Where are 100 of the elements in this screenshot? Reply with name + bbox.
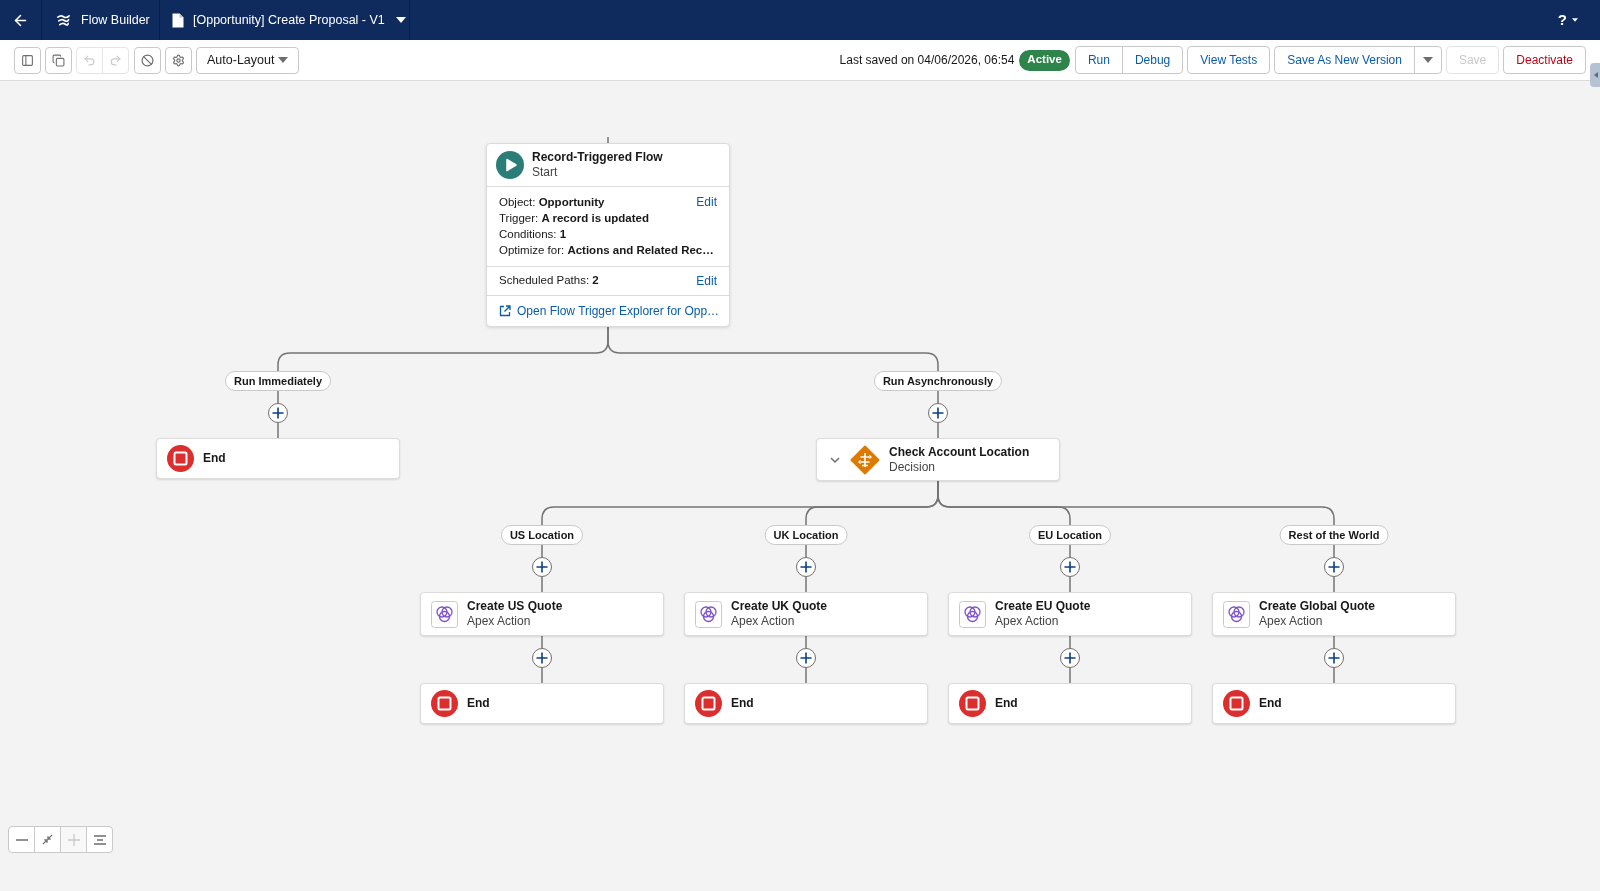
decision-node[interactable]: Check Account Location Decision — [816, 438, 1060, 481]
node-title: End — [995, 696, 1018, 711]
caret-down-icon — [1572, 18, 1578, 22]
connector-line — [607, 136, 609, 144]
panel-icon — [21, 53, 34, 67]
connector-line — [277, 422, 279, 439]
connector-line — [1069, 544, 1071, 558]
action-node[interactable]: Create Global Quote Apex Action — [1212, 592, 1456, 636]
node-title: Create Global Quote — [1259, 599, 1376, 614]
trigger-explorer-link[interactable]: Open Flow Trigger Explorer for Opp… — [499, 302, 720, 320]
minus-icon — [15, 838, 28, 841]
add-element-button[interactable] — [532, 557, 552, 577]
node-title: Record-Triggered Flow — [532, 150, 663, 165]
add-element-button[interactable] — [1324, 557, 1344, 577]
end-node[interactable]: End — [420, 683, 664, 724]
side-panel-tab[interactable] — [1590, 63, 1600, 87]
decision-diamond-icon — [850, 444, 880, 475]
node-title: Create UK Quote — [731, 599, 828, 614]
action-node[interactable]: Create EU Quote Apex Action — [948, 592, 1192, 636]
connector-line — [1333, 635, 1335, 649]
stop-icon — [431, 690, 458, 717]
end-node[interactable]: End — [1212, 683, 1456, 724]
undo-icon — [83, 53, 96, 67]
add-element-button[interactable] — [1324, 648, 1344, 668]
action-node[interactable]: Create US Quote Apex Action — [420, 592, 664, 636]
add-element-button[interactable] — [796, 557, 816, 577]
connector-line — [805, 667, 807, 684]
toolbar-button[interactable]: Save As New Version — [1274, 46, 1415, 74]
copy-icon — [52, 53, 65, 67]
node-title: End — [467, 696, 490, 711]
shrink-arrows-icon — [42, 834, 53, 845]
plus-icon — [1064, 561, 1076, 573]
add-element-button[interactable] — [1060, 648, 1080, 668]
wavy-lines-icon — [56, 12, 71, 28]
node-type: Decision — [889, 459, 937, 475]
external-link-icon — [499, 305, 511, 317]
connector-line — [541, 576, 543, 593]
detail-line: Scheduled Paths: 2 — [499, 273, 599, 289]
add-element-button[interactable] — [268, 403, 288, 423]
add-element-button[interactable] — [532, 648, 552, 668]
add-element-button[interactable] — [796, 648, 816, 668]
add-element-button[interactable] — [928, 403, 948, 423]
copy-button[interactable] — [45, 46, 72, 74]
stop-icon — [1223, 690, 1250, 717]
path-label: US Location — [500, 525, 584, 545]
node-title: Create US Quote — [467, 599, 563, 614]
caret-down-icon — [395, 17, 406, 23]
fit-view-button[interactable] — [34, 826, 61, 853]
menu-button[interactable] — [1413, 46, 1442, 74]
edit-link[interactable]: Edit — [696, 194, 717, 210]
zoom-out-button[interactable] — [8, 826, 35, 853]
caret-down-icon — [278, 57, 288, 63]
node-type: Start — [532, 165, 559, 180]
node-type: Apex Action — [467, 614, 532, 629]
connector-line — [1069, 667, 1071, 684]
plus-icon — [932, 407, 944, 419]
caret-down-icon — [1422, 57, 1433, 63]
toolbar-button[interactable]: Debug — [1121, 46, 1184, 74]
center-view-button[interactable] — [86, 826, 113, 853]
settings-button[interactable] — [165, 46, 192, 74]
path-label: Run Immediately — [225, 371, 331, 391]
toggle-panel-button[interactable] — [14, 46, 41, 74]
edit-link[interactable]: Edit — [696, 272, 717, 290]
end-node[interactable]: End — [684, 683, 928, 724]
connector-line — [805, 576, 807, 593]
detail-line: Object: Opportunity — [499, 195, 605, 210]
center-lines-icon — [93, 834, 106, 845]
connector-line — [277, 390, 279, 404]
node-title: Check Account Location — [889, 444, 1030, 460]
start-node[interactable]: Record-Triggered Flow Start Object: Opportunity Edit Trigger: A record is updated Conditions: 1 Optimize for: Actions and Related Rec… Scheduled Paths: 2 Edit Open Flow Trigger Explorer for Opp… — [486, 143, 730, 327]
node-title: End — [731, 696, 754, 711]
end-node[interactable]: End — [948, 683, 1192, 724]
plus-icon — [1328, 652, 1340, 664]
node-type: Apex Action — [731, 614, 796, 629]
layout-mode-dropdown[interactable]: Auto-Layout — [196, 46, 299, 74]
connector-line — [937, 390, 939, 404]
overlapping-circles-icon — [959, 600, 986, 628]
stop-icon — [167, 445, 194, 472]
status-badge: Active — [1019, 49, 1070, 71]
destructive-button[interactable]: Deactivate — [1503, 46, 1586, 74]
toolbar-button[interactable]: View Tests — [1187, 46, 1271, 74]
connector-line — [541, 635, 543, 649]
caret-left-icon — [1594, 72, 1598, 78]
play-icon — [496, 151, 524, 179]
plus-icon — [1328, 561, 1340, 573]
action-node[interactable]: Create UK Quote Apex Action — [684, 592, 928, 636]
help-menu[interactable]: ? — [1553, 0, 1600, 40]
node-title: End — [1259, 696, 1282, 711]
connector-line — [1069, 576, 1071, 593]
last-saved-text: Last saved on 04/06/2026, 06:54 — [839, 52, 1015, 69]
end-node[interactable]: End — [156, 438, 400, 479]
stop-icon — [695, 690, 722, 717]
add-element-button[interactable] — [1060, 557, 1080, 577]
detail-line: Conditions: 1 — [499, 227, 568, 242]
detail-line: Optimize for: Actions and Related Rec… — [499, 243, 715, 258]
overlapping-circles-icon — [695, 600, 722, 628]
toolbar-button[interactable]: Run — [1074, 46, 1123, 74]
ban-button[interactable] — [134, 46, 161, 74]
connector-line — [1069, 635, 1071, 649]
connector-line — [1333, 667, 1335, 684]
